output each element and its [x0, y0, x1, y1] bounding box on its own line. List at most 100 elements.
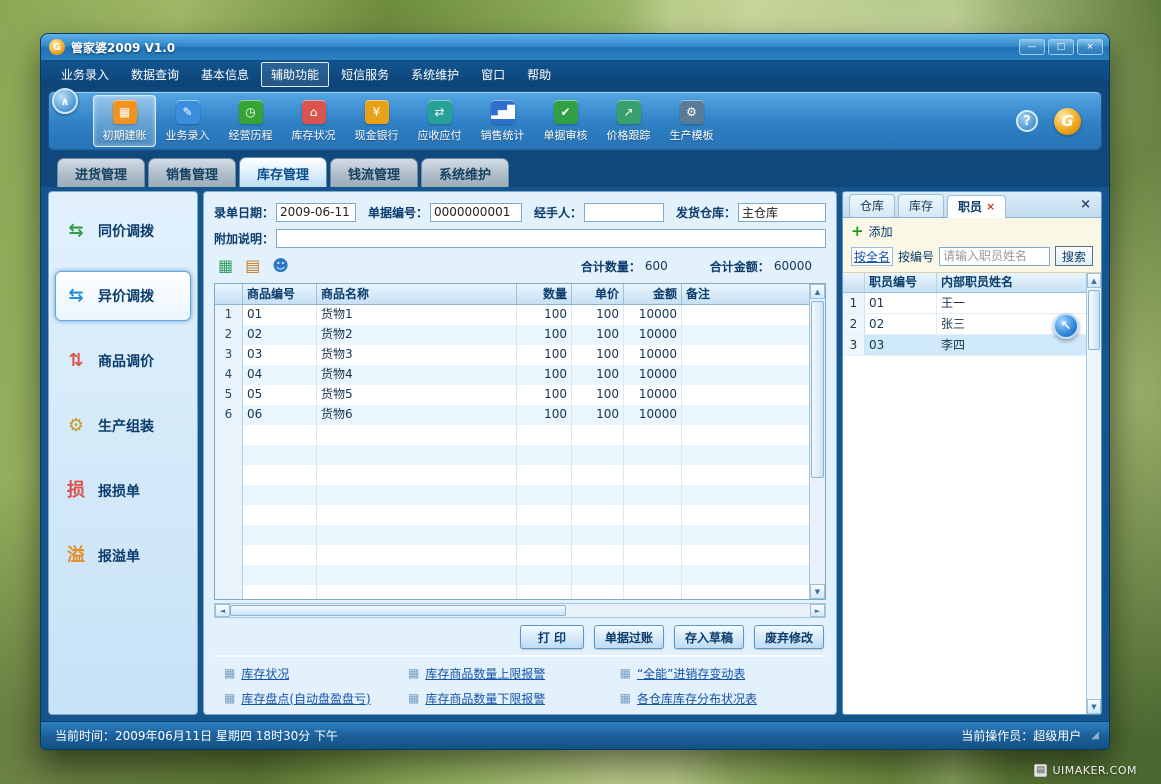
panel-tab-inventory[interactable]: 库存 [898, 194, 944, 217]
staff-row[interactable]: 3 03 李四 [843, 335, 1086, 356]
scroll-track[interactable] [1087, 288, 1101, 699]
link-inventory-status[interactable]: 库存状况 [224, 665, 408, 681]
scroll-up-icon[interactable]: ▲ [1087, 273, 1101, 288]
toolbar-voucher-audit[interactable]: ✔ 单据审核 [534, 95, 597, 147]
tab-cashflow-management[interactable]: 钱流管理 [330, 158, 418, 187]
toolbar-price-tracking[interactable]: ↗ 价格跟踪 [597, 95, 660, 147]
sidebar-loss-report[interactable]: 损 报损单 [55, 466, 191, 516]
column-header[interactable]: 数量 [517, 284, 572, 304]
hscroll-track[interactable] [230, 604, 810, 617]
filter-by-fullname[interactable]: 按全名 [851, 247, 893, 266]
menu-system-maintenance[interactable]: 系统维护 [401, 62, 469, 87]
scroll-thumb[interactable] [811, 301, 824, 478]
link-lower-limit-alert[interactable]: 库存商品数量下限报警 [408, 690, 620, 706]
table-row[interactable] [215, 525, 809, 545]
panel-tab-warehouse[interactable]: 仓库 [849, 194, 895, 217]
table-row[interactable] [215, 445, 809, 465]
column-header[interactable]: 单价 [572, 284, 624, 304]
table-row[interactable]: 1 01 货物1 100 100 10000 [215, 305, 809, 325]
scroll-down-icon[interactable]: ▼ [810, 584, 825, 599]
table-row[interactable] [215, 545, 809, 565]
help-icon[interactable]: ? [1016, 110, 1038, 132]
toolbar-cash-bank[interactable]: ¥ 现金银行 [345, 95, 408, 147]
table-row[interactable]: 2 02 货物2 100 100 10000 [215, 325, 809, 345]
hscroll-thumb[interactable] [230, 605, 566, 616]
table-row[interactable] [215, 585, 809, 599]
link-warehouse-distribution[interactable]: 各仓库库存分布状况表 [620, 690, 822, 706]
table-row[interactable]: 4 04 货物4 100 100 10000 [215, 365, 809, 385]
table-row[interactable]: 6 06 货物6 100 100 10000 [215, 405, 809, 425]
tab-inventory-management[interactable]: 库存管理 [239, 157, 327, 187]
staff-row[interactable]: 2 02 张三 [843, 314, 1086, 335]
scroll-right-icon[interactable]: ► [810, 604, 825, 617]
scroll-track[interactable] [810, 299, 825, 584]
toolbar-inventory-status[interactable]: ⌂ 库存状况 [282, 95, 345, 147]
discard-changes-button[interactable]: 废弃修改 [754, 625, 824, 649]
column-header[interactable]: 职员编号 [865, 273, 937, 292]
save-draft-button[interactable]: 存入草稿 [674, 625, 744, 649]
menu-sms-service[interactable]: 短信服务 [331, 62, 399, 87]
scroll-up-icon[interactable]: ▲ [810, 284, 825, 299]
maximize-button[interactable]: □ [1048, 39, 1074, 55]
table-row[interactable] [215, 565, 809, 585]
panel-close-icon[interactable]: × [1076, 197, 1095, 215]
person-icon[interactable]: ☻ [272, 258, 289, 274]
column-header[interactable]: 内部职员姓名 [937, 273, 1086, 292]
table-row[interactable]: 3 03 货物3 100 100 10000 [215, 345, 809, 365]
field-input[interactable] [276, 203, 356, 222]
staff-search-input[interactable] [939, 247, 1050, 266]
search-button[interactable]: 搜索 [1055, 246, 1093, 266]
panel-tab-staff[interactable]: 职员 × [947, 195, 1006, 218]
resize-grip[interactable]: ◢ [1091, 730, 1099, 741]
grid-icon[interactable]: ▦ [218, 258, 233, 274]
staff-row[interactable]: 1 01 王一 [843, 293, 1086, 314]
table-row[interactable] [215, 465, 809, 485]
link-almighty-report[interactable]: “全能”进销存变动表 [620, 665, 822, 681]
table-row[interactable] [215, 505, 809, 525]
table-row[interactable] [215, 425, 809, 445]
note-input[interactable] [276, 229, 826, 248]
link-upper-limit-alert[interactable]: 库存商品数量上限报警 [408, 665, 620, 681]
toolbar-business-entry[interactable]: ✎ 业务录入 [156, 95, 219, 147]
table-row[interactable] [215, 485, 809, 505]
column-header[interactable]: 商品编号 [243, 284, 317, 304]
field-input[interactable] [584, 203, 664, 222]
minimize-button[interactable]: — [1019, 39, 1045, 55]
tab-system-maintenance[interactable]: 系统维护 [421, 158, 509, 187]
field-input[interactable] [430, 203, 522, 222]
column-header[interactable]: 备注 [682, 284, 809, 304]
field-input[interactable] [738, 203, 826, 222]
sidebar-goods-price-adjust[interactable]: ⇅ 商品调价 [55, 336, 191, 386]
post-voucher-button[interactable]: 单据过账 [594, 625, 664, 649]
toolbar-sales-statistics[interactable]: ▂▅█ 销售统计 [471, 95, 534, 147]
link-stocktake[interactable]: 库存盘点(自动盘盈盘亏) [224, 690, 408, 706]
menu-data-query[interactable]: 数据查询 [121, 62, 189, 87]
sidebar-production-assembly[interactable]: ⚙ 生产组装 [55, 401, 191, 451]
menu-basic-info[interactable]: 基本信息 [191, 62, 259, 87]
toolbar-receivable-payable[interactable]: ⇄ 应收应付 [408, 95, 471, 147]
sidebar-diff-price-transfer[interactable]: ⇆ 异价调拨 [55, 271, 191, 321]
tab-sales-management[interactable]: 销售管理 [148, 158, 236, 187]
toolbar-operation-history[interactable]: ◷ 经营历程 [219, 95, 282, 147]
close-button[interactable]: × [1077, 39, 1103, 55]
scroll-thumb[interactable] [1088, 290, 1100, 350]
print-button[interactable]: 打 印 [520, 625, 584, 649]
scroll-down-icon[interactable]: ▼ [1087, 699, 1101, 714]
vertical-scrollbar[interactable]: ▲ ▼ [809, 284, 825, 599]
panel-scrollbar[interactable]: ▲ ▼ [1086, 273, 1101, 714]
menu-help[interactable]: 帮助 [517, 62, 561, 87]
nav-up-button[interactable]: ∧ [52, 88, 78, 114]
menu-window[interactable]: 窗口 [471, 62, 515, 87]
toolbar-production-template[interactable]: ⚙ 生产模板 [660, 95, 723, 147]
add-staff-button[interactable]: + 添加 [851, 223, 1093, 240]
sidebar-same-price-transfer[interactable]: ⇆ 同价调拨 [55, 206, 191, 256]
tab-close-icon[interactable]: × [986, 200, 995, 213]
sidebar-overflow-report[interactable]: 溢 报溢单 [55, 531, 191, 581]
menu-auxiliary[interactable]: 辅助功能 [261, 62, 329, 87]
column-header[interactable]: 金额 [624, 284, 682, 304]
menu-business-entry[interactable]: 业务录入 [51, 62, 119, 87]
column-header[interactable]: 商品名称 [317, 284, 517, 304]
scroll-left-icon[interactable]: ◄ [215, 604, 230, 617]
table-row[interactable]: 5 05 货物5 100 100 10000 [215, 385, 809, 405]
tab-purchase-management[interactable]: 进货管理 [57, 158, 145, 187]
